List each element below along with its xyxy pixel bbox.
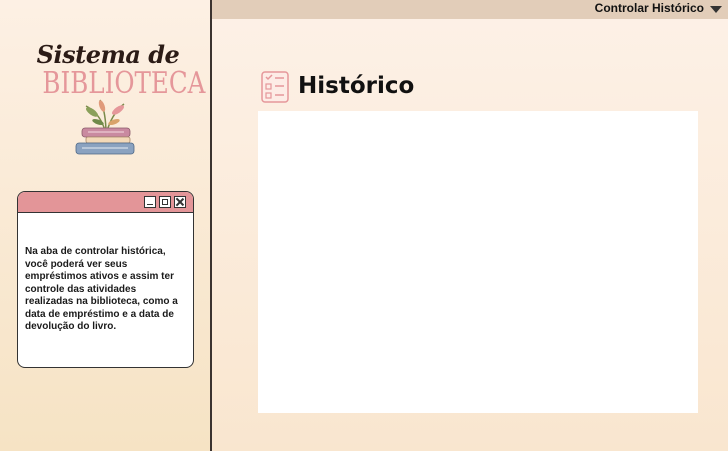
controlar-historico-menu[interactable]: Controlar Histórico	[595, 1, 722, 15]
logo-script-text: Sistema de	[36, 40, 180, 69]
maximize-icon[interactable]	[159, 196, 171, 208]
info-text: Na aba de controlar histórica, você pode…	[25, 246, 178, 332]
history-content-panel	[258, 111, 698, 413]
close-icon[interactable]	[174, 196, 186, 208]
topbar: Controlar Histórico	[212, 0, 728, 19]
minimize-icon[interactable]	[144, 196, 156, 208]
logo: Sistema de BIBLIOTECA	[28, 36, 205, 158]
menu-label[interactable]: Controlar Histórico	[595, 1, 704, 15]
sidebar: Sistema de BIBLIOTECA Na aba de controla…	[0, 0, 210, 451]
books-icon	[75, 99, 135, 155]
checklist-icon	[261, 71, 289, 103]
window-titlebar	[18, 192, 193, 213]
sidebar-divider	[210, 0, 212, 451]
info-window: Na aba de controlar histórica, você pode…	[17, 191, 194, 368]
chevron-down-icon[interactable]	[710, 5, 722, 13]
page-title: Histórico	[298, 73, 415, 99]
